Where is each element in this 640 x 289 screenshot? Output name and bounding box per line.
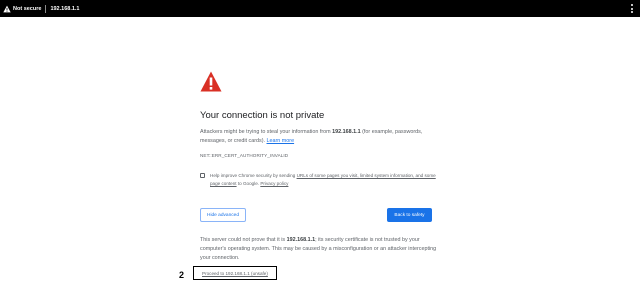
warning-triangle-icon (2, 4, 11, 13)
omnibox-separator (45, 4, 47, 13)
proceed-unsafe-link[interactable]: Proceed to 192.168.1.1 (unsafe) (202, 271, 268, 276)
omnibox[interactable]: Not secure 192.168.1.1 (2, 2, 80, 15)
security-report-option: Help improve Chrome security by sending … (200, 172, 436, 188)
checkbox-label: Help improve Chrome security by sending … (210, 172, 436, 188)
learn-more-link[interactable]: Learn more (267, 138, 295, 144)
browser-toolbar: Not secure 192.168.1.1 (0, 0, 640, 17)
hide-advanced-button[interactable]: Hide advanced (200, 208, 246, 222)
advanced-details: This server could not prove that it is 1… (200, 236, 438, 263)
back-to-safety-button[interactable]: Back to safety (387, 208, 432, 222)
report-checkbox[interactable] (200, 173, 205, 178)
warning-triangle-icon (200, 71, 222, 92)
error-code: NET::ERR_CERT_AUTHORITY_INVALID (200, 153, 289, 158)
desc-text: Attackers might be trying to steal your … (200, 129, 333, 135)
security-chip-label[interactable]: Not secure (13, 6, 41, 12)
more-vert-icon[interactable] (631, 4, 634, 13)
page-title: Your connection is not private (200, 110, 325, 121)
annotation-step-number: 2 (179, 270, 185, 280)
warning-description: Attackers might be trying to steal your … (200, 128, 436, 146)
privacy-policy-link[interactable]: Privacy policy (260, 181, 288, 186)
url-text[interactable]: 192.168.1.1 (50, 6, 79, 12)
checkbox-text: Help improve Chrome security by sending (210, 173, 297, 178)
detail-text: This server could not prove that it is (200, 237, 287, 243)
detail-host: 192.168.1.1 (286, 237, 316, 243)
checkbox-text-2: to Google. (236, 181, 261, 186)
desc-host: 192.168.1.1 (332, 129, 361, 135)
